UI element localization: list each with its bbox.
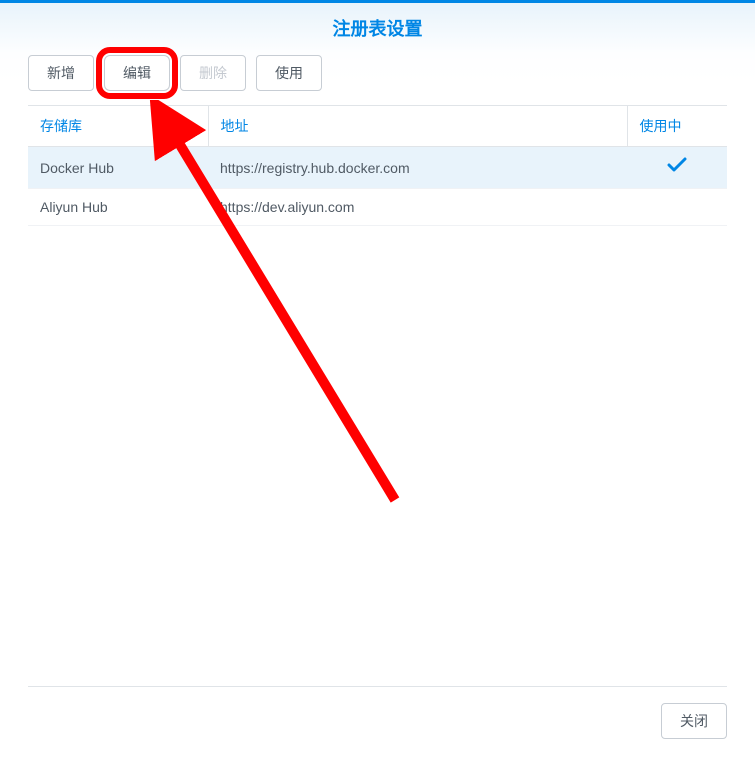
cell-repository: Docker Hub: [28, 147, 208, 189]
delete-button: 删除: [180, 55, 246, 91]
toolbar: 新增 编辑 删除 使用: [0, 49, 755, 105]
use-button[interactable]: 使用: [256, 55, 322, 91]
cell-url: https://registry.hub.docker.com: [208, 147, 627, 189]
registry-settings-dialog: 注册表设置 新增 编辑 删除 使用 存储库 地址 使用中 Docker Hub …: [0, 0, 755, 759]
registry-table: 存储库 地址 使用中 Docker Hub https://registry.h…: [28, 105, 727, 226]
table-body: Docker Hub https://registry.hub.docker.c…: [28, 147, 727, 226]
cell-in-use: [627, 189, 727, 226]
header-url[interactable]: 地址: [208, 106, 627, 147]
dialog-title: 注册表设置: [333, 19, 423, 39]
add-button[interactable]: 新增: [28, 55, 94, 91]
edit-button[interactable]: 编辑: [104, 55, 170, 91]
cell-repository: Aliyun Hub: [28, 189, 208, 226]
header-in-use[interactable]: 使用中: [627, 106, 727, 147]
header-repository[interactable]: 存储库: [28, 106, 208, 147]
dialog-title-bar: 注册表设置: [0, 3, 755, 49]
table-row[interactable]: Aliyun Hub https://dev.aliyun.com: [28, 189, 727, 226]
check-icon: [667, 157, 687, 178]
cell-in-use: [627, 147, 727, 189]
table-row[interactable]: Docker Hub https://registry.hub.docker.c…: [28, 147, 727, 189]
cell-url: https://dev.aliyun.com: [208, 189, 627, 226]
close-button[interactable]: 关闭: [661, 703, 727, 739]
dialog-footer: 关闭: [0, 687, 755, 759]
table-container: 存储库 地址 使用中 Docker Hub https://registry.h…: [0, 105, 755, 686]
